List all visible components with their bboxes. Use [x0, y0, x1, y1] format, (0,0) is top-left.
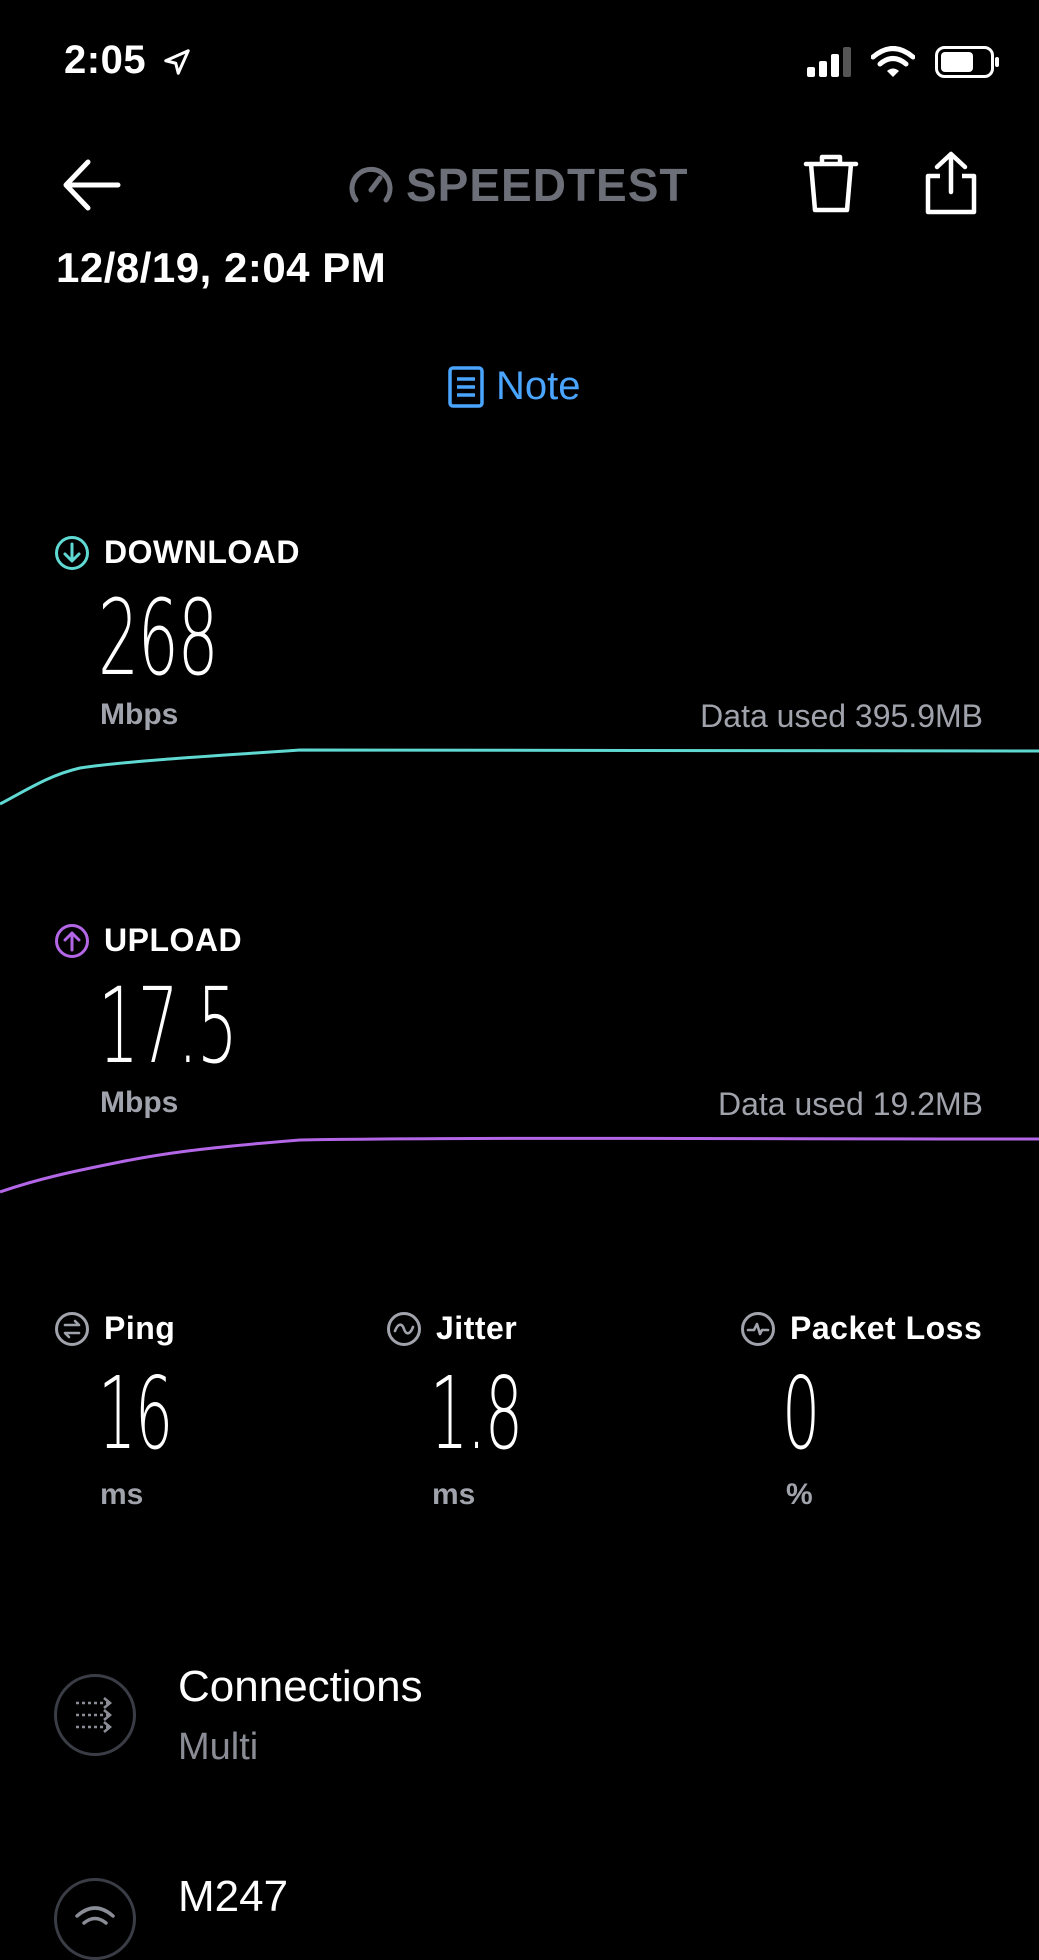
upload-value: 17.5	[98, 965, 238, 1087]
ping-label: Ping	[104, 1310, 176, 1346]
back-arrow-icon[interactable]	[56, 150, 126, 220]
packet-loss-unit: %	[786, 1478, 813, 1511]
note-label: Note	[496, 364, 581, 408]
share-icon[interactable]	[920, 150, 982, 216]
location-arrow-icon	[163, 49, 190, 76]
jitter-header: Jitter	[386, 1310, 517, 1347]
connections-icon-wrap	[54, 1674, 136, 1756]
packet-loss-icon	[741, 1311, 775, 1346]
download-graph	[0, 748, 1039, 806]
download-icon	[55, 535, 89, 570]
packet-loss-value: 0	[782, 1355, 820, 1472]
upload-unit: Mbps	[100, 1086, 179, 1119]
jitter-value: 1.8	[430, 1355, 523, 1472]
trash-icon[interactable]	[800, 152, 862, 214]
wifi-icon	[871, 46, 915, 77]
logo-text: SPEEDTEST	[406, 159, 689, 211]
jitter-label: Jitter	[436, 1310, 518, 1346]
cellular-signal-icon	[807, 47, 851, 77]
connections-icon	[76, 1697, 113, 1733]
result-date: 12/8/19, 2:04 PM	[56, 244, 387, 291]
battery-icon	[935, 46, 999, 78]
wifi-server-icon	[75, 1906, 115, 1925]
upload-icon	[55, 923, 89, 958]
download-value: 268	[98, 577, 219, 699]
server-title: M247	[178, 1872, 289, 1921]
note-icon	[448, 365, 484, 408]
jitter-icon	[387, 1311, 421, 1346]
download-unit: Mbps	[100, 698, 179, 731]
ping-unit: ms	[100, 1478, 144, 1511]
speedtest-logo: SPEEDTEST	[348, 158, 689, 212]
download-header: DOWNLOAD	[54, 534, 300, 571]
packet-loss-header: Packet Loss	[740, 1310, 982, 1347]
jitter-unit: ms	[432, 1478, 476, 1511]
upload-header: UPLOAD	[54, 922, 242, 959]
connections-value: Multi	[178, 1726, 259, 1768]
speedometer-icon	[349, 166, 393, 203]
server-icon-wrap	[54, 1878, 136, 1960]
ping-header: Ping	[54, 1310, 175, 1347]
upload-graph	[0, 1136, 1039, 1194]
status-time: 2:05	[64, 38, 192, 83]
ping-icon	[55, 1311, 89, 1346]
connections-title: Connections	[178, 1662, 423, 1711]
status-icons	[805, 46, 1001, 78]
packet-loss-label: Packet Loss	[790, 1310, 983, 1346]
note-button[interactable]: Note	[448, 364, 581, 409]
upload-label: UPLOAD	[104, 922, 243, 958]
ping-value: 16	[98, 1355, 173, 1472]
download-label: DOWNLOAD	[104, 534, 300, 570]
